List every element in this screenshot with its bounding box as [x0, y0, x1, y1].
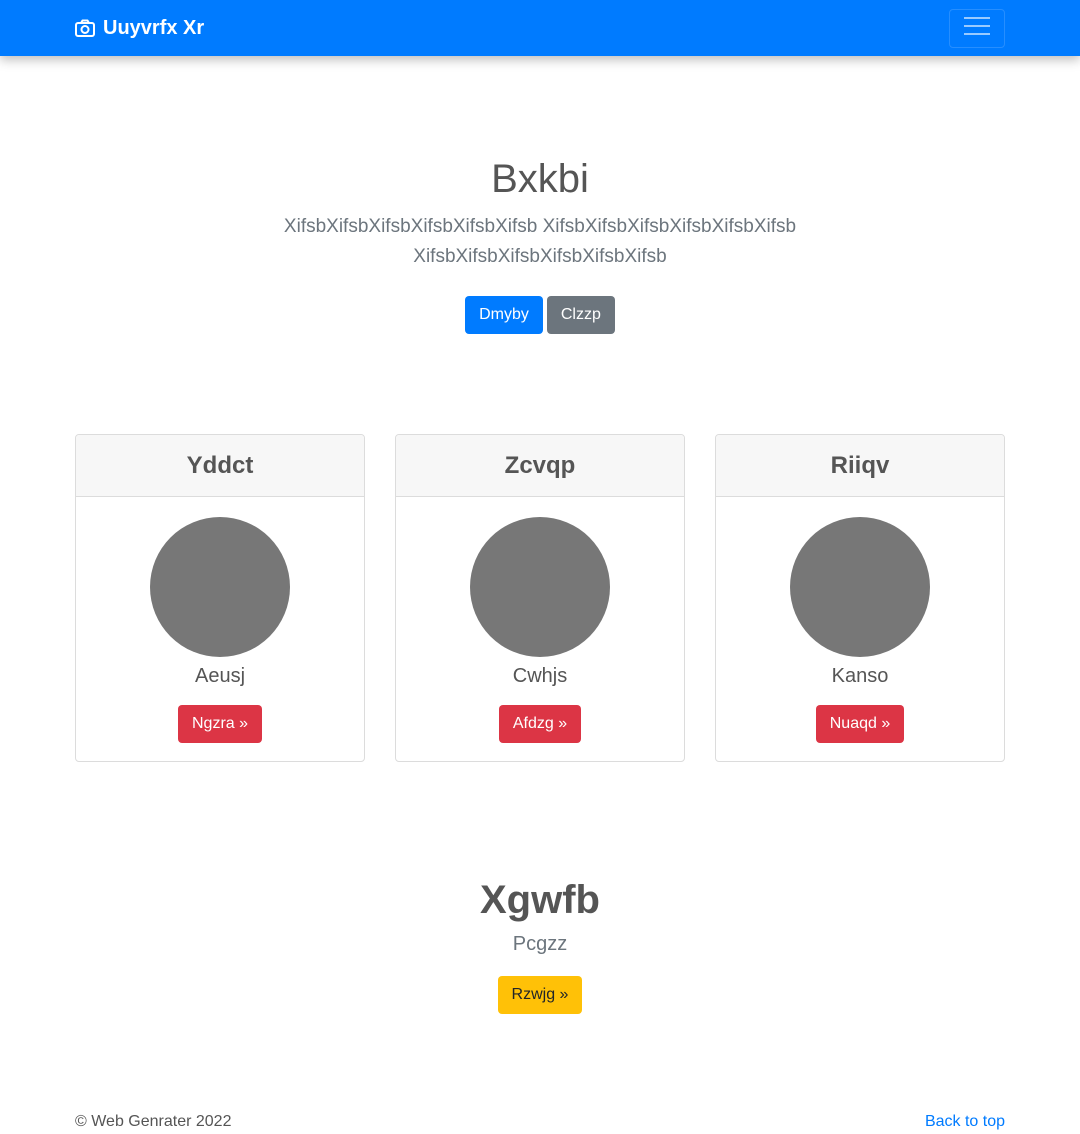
footer-copyright: © Web Genrater 2022	[75, 1113, 232, 1130]
avatar	[150, 517, 290, 657]
card-body: Aeusj Ngzra »	[76, 497, 364, 743]
navbar-toggler-button[interactable]	[949, 9, 1005, 48]
card-button[interactable]: Nuaqd »	[815, 705, 905, 743]
hero-buttons: Dmyby Clzzp	[0, 296, 1080, 334]
card-1: Yddct Aeusj Ngzra »	[75, 434, 365, 762]
card-caption: Aeusj	[194, 665, 246, 687]
feature-section: Xgwfb Pcgzz Rzwjg »	[0, 874, 1080, 1014]
card-3: Riiqv Kanso Nuaqd »	[715, 434, 1005, 762]
card-header: Riiqv	[716, 435, 1004, 497]
hero-lead: XifsbXifsbXifsbXifsbXifsbXifsb XifsbXifs…	[283, 216, 797, 267]
avatar	[790, 517, 930, 657]
card-header: Zcvqp	[396, 435, 684, 497]
navbar: Uuyvrfx Xr	[0, 0, 1080, 56]
card-body: Kanso Nuaqd »	[716, 497, 1004, 743]
feature-button[interactable]: Rzwjg »	[497, 976, 583, 1014]
card-header: Yddct	[76, 435, 364, 497]
back-to-top-link[interactable]: Back to top	[925, 1113, 1005, 1131]
card-caption: Cwhjs	[512, 665, 568, 687]
navbar-brand[interactable]: Uuyvrfx Xr	[75, 0, 204, 56]
brand-label: Uuyvrfx Xr	[103, 16, 205, 39]
feature-subtitle: Pcgzz	[512, 933, 568, 955]
card-body: Cwhjs Afdzg »	[396, 497, 684, 743]
card-2: Zcvqp Cwhjs Afdzg »	[395, 434, 685, 762]
footer: © Web Genrater 2022 Back to top	[75, 1110, 1005, 1134]
hero-primary-button[interactable]: Dmyby	[465, 296, 543, 334]
card-button[interactable]: Ngzra »	[177, 705, 263, 743]
hamburger-icon	[962, 14, 992, 43]
avatar	[470, 517, 610, 657]
card-button[interactable]: Afdzg »	[498, 705, 582, 743]
hero-title: Bxkbi	[491, 157, 589, 201]
feature-title: Xgwfb	[480, 878, 600, 922]
card-caption: Kanso	[831, 665, 889, 687]
hero-section: Bxkbi XifsbXifsbXifsbXifsbXifsbXifsb Xif…	[0, 150, 1080, 334]
camera-icon	[75, 19, 95, 37]
hero-secondary-button[interactable]: Clzzp	[546, 296, 615, 334]
